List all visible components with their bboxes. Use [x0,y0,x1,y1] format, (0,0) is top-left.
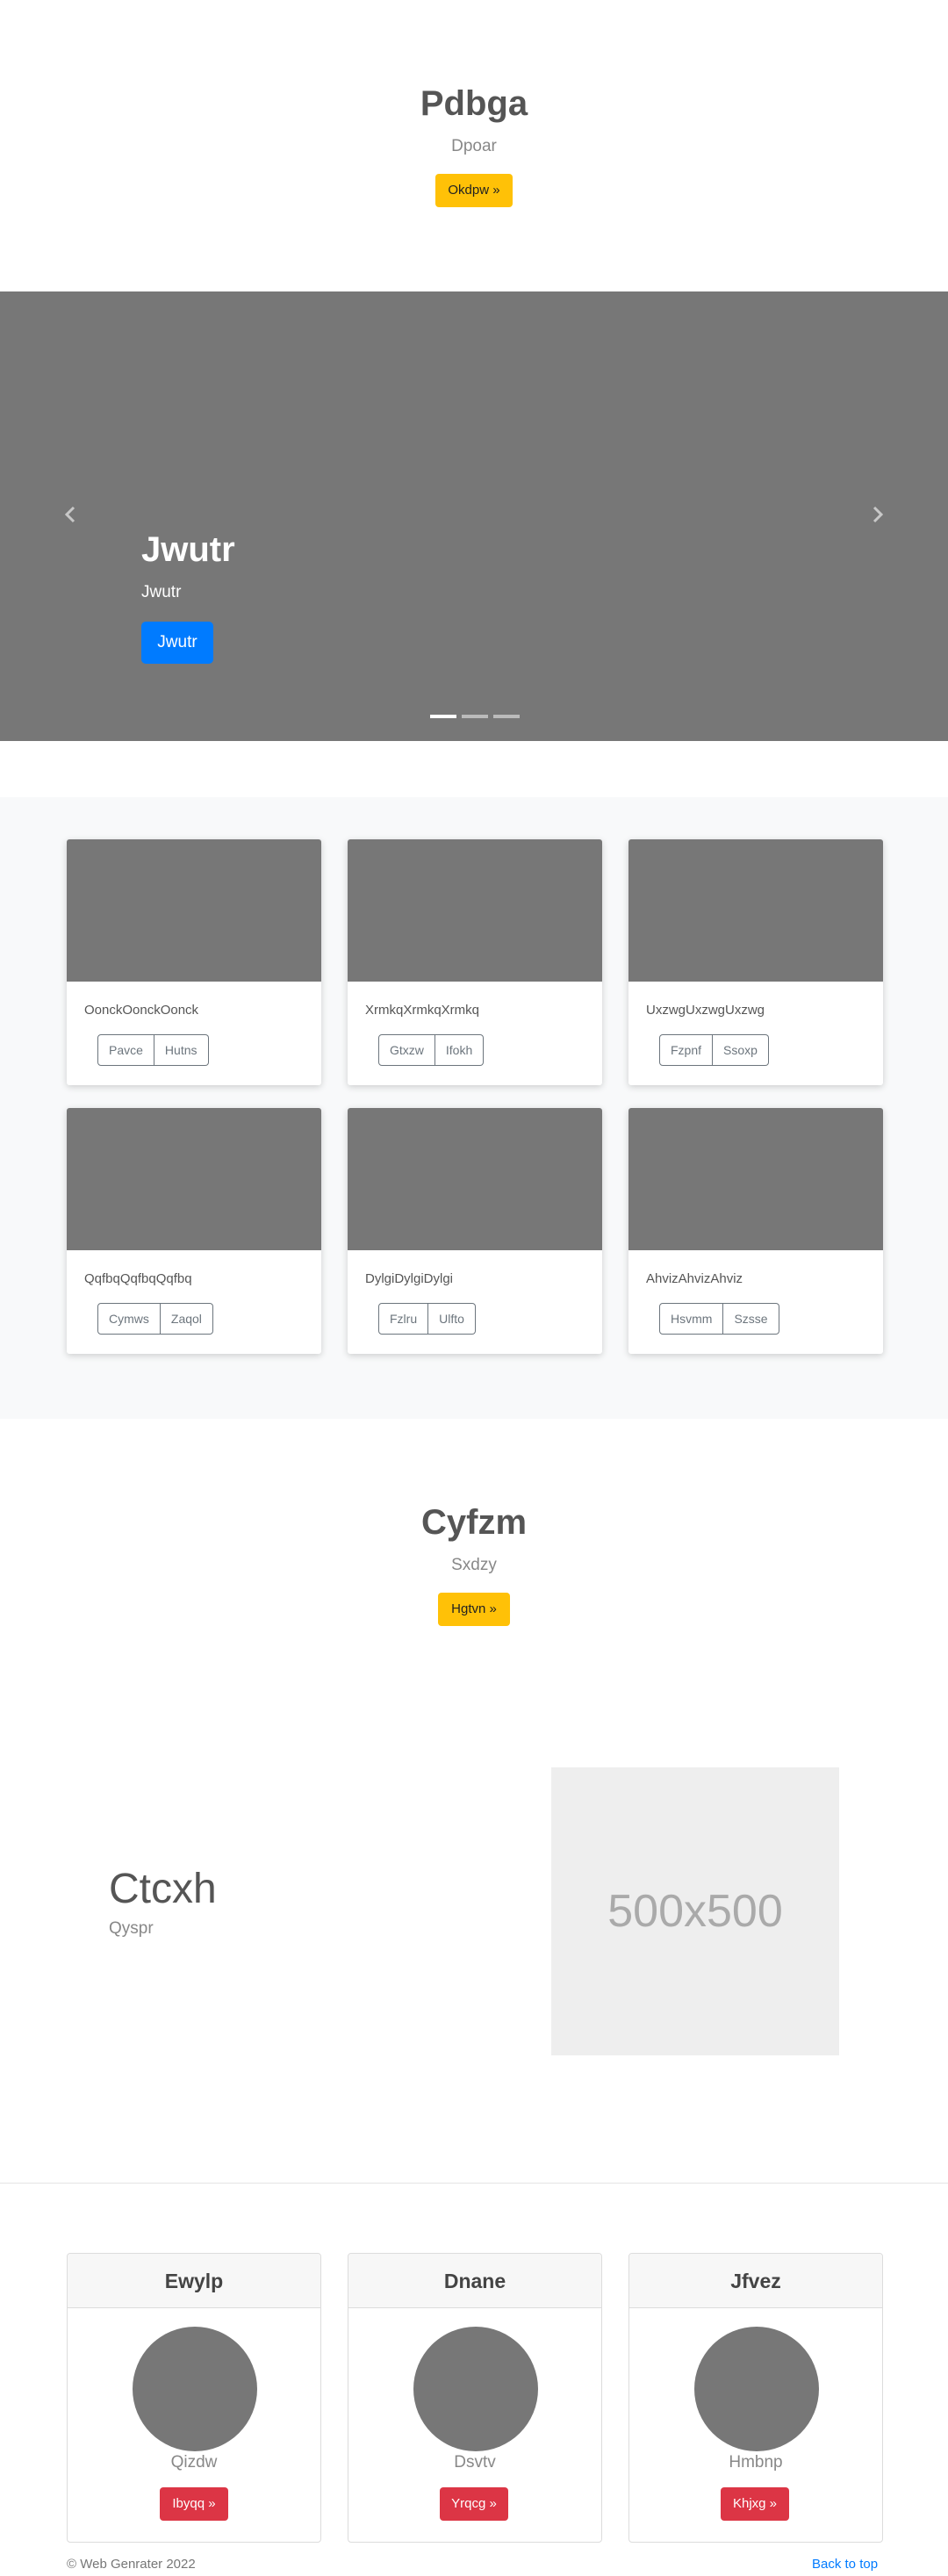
card-button-edit[interactable]: Ssoxp [713,1034,769,1066]
carousel-indicator-3[interactable] [493,715,520,718]
profile-card: Ewylp Qizdw Ibyqq » [67,2253,321,2543]
profile-card: Dnane Dsvtv Yrqcg » [348,2253,602,2543]
profile-card-header: Jfvez [629,2254,882,2308]
card-button-group: Pavce Hutns [97,1034,209,1066]
card-button-edit[interactable]: Ifokh [434,1034,485,1066]
profile-button[interactable]: Ibyqq » [160,2487,228,2521]
avatar [133,2327,257,2451]
card-text: OonckOonckOonck [84,1003,199,1018]
section-divider [0,2183,948,2184]
card-text: QqfbqQqfbqQqfbq [84,1271,192,1286]
chevron-right-icon [873,506,884,523]
profile-name: Hmbnp [729,2453,783,2472]
card-button-edit[interactable]: Ulfto [428,1303,476,1335]
avatar [413,2327,538,2451]
carousel-prev-button[interactable] [59,502,83,527]
carousel-title: Jwutr [141,530,235,569]
carousel-next-button[interactable] [865,502,889,527]
card-button-view[interactable]: Fzlru [378,1303,429,1335]
card-button-group: Fzpnf Ssoxp [659,1034,769,1066]
card-button-group: Fzlru Ulfto [378,1303,476,1335]
back-to-top-link[interactable]: Back to top [812,2557,878,2572]
hero2-section: Cyfzm Sxdzy Hgtvn » [0,1419,948,1682]
carousel-button[interactable]: Jwutr [141,622,213,664]
album-card: QqfbqQqfbqQqfbq Cymws Zaqol [67,1108,321,1354]
card-thumbnail [628,1108,883,1250]
profile-card-header: Ewylp [68,2254,320,2308]
profile-card: Jfvez Hmbnp Khjxg » [628,2253,883,2543]
card-thumbnail [67,839,321,982]
profile-name: Qizdw [170,2453,218,2472]
card-button-edit[interactable]: Hutns [154,1034,209,1066]
card-button-group: Gtxzw Ifokh [378,1034,485,1066]
card-text: XrmkqXrmkqXrmkq [365,1003,480,1018]
hero-title: Pdbga [420,84,528,123]
card-button-view[interactable]: Hsvmm [659,1303,724,1335]
card-thumbnail [348,1108,602,1250]
card-thumbnail [67,1108,321,1250]
card-button-view[interactable]: Fzpnf [659,1034,714,1066]
card-button-group: Hsvmm Szsse [659,1303,779,1335]
featurette-subtitle: Qyspr [109,1919,154,1938]
featurette-title: Ctcxh [109,1866,217,1912]
profile-name: Dsvtv [454,2453,496,2472]
hero2-subtitle: Sxdzy [451,1556,497,1574]
hero2-button[interactable]: Hgtvn » [438,1593,510,1626]
card-button-view[interactable]: Gtxzw [378,1034,435,1066]
album-card: AhvizAhvizAhviz Hsvmm Szsse [628,1108,883,1354]
card-text: DylgiDylgiDylgi [365,1271,454,1286]
card-text: UxzwgUxzwgUxzwg [646,1003,765,1018]
carousel-subtitle: Jwutr [141,583,182,601]
carousel: Jwutr Jwutr Jwutr [0,291,948,741]
carousel-indicator-1[interactable] [430,715,456,718]
card-button-view[interactable]: Pavce [97,1034,154,1066]
carousel-indicators [430,715,520,718]
card-button-view[interactable]: Cymws [97,1303,161,1335]
profile-button[interactable]: Khjxg » [721,2487,789,2521]
profile-button[interactable]: Yrqcg » [440,2487,508,2521]
hero-button[interactable]: Okdpw » [435,174,513,207]
album-section: OonckOonckOonck Pavce Hutns XrmkqXrmkqXr… [0,797,948,1419]
album-card: UxzwgUxzwgUxzwg Fzpnf Ssoxp [628,839,883,1085]
album-card: OonckOonckOonck Pavce Hutns [67,839,321,1085]
chevron-left-icon [64,506,75,523]
featurette-image-placeholder: 500x500 [551,1767,839,2055]
card-button-edit[interactable]: Zaqol [160,1303,213,1335]
hero2-title: Cyfzm [420,1503,528,1542]
album-card: XrmkqXrmkqXrmkq Gtxzw Ifokh [348,839,602,1085]
card-thumbnail [628,839,883,982]
hero-subtitle: Dpoar [451,137,497,155]
avatar [694,2327,819,2451]
footer-copyright: © Web Genrater 2022 [67,2557,196,2572]
card-button-edit[interactable]: Szsse [723,1303,779,1335]
hero-section: Pdbga Dpoar Okdpw » [0,0,948,291]
album-card: DylgiDylgiDylgi Fzlru Ulfto [348,1108,602,1354]
card-thumbnail [348,839,602,982]
card-text: AhvizAhvizAhviz [646,1271,743,1286]
profile-card-header: Dnane [348,2254,601,2308]
carousel-indicator-2[interactable] [462,715,488,718]
card-button-group: Cymws Zaqol [97,1303,213,1335]
